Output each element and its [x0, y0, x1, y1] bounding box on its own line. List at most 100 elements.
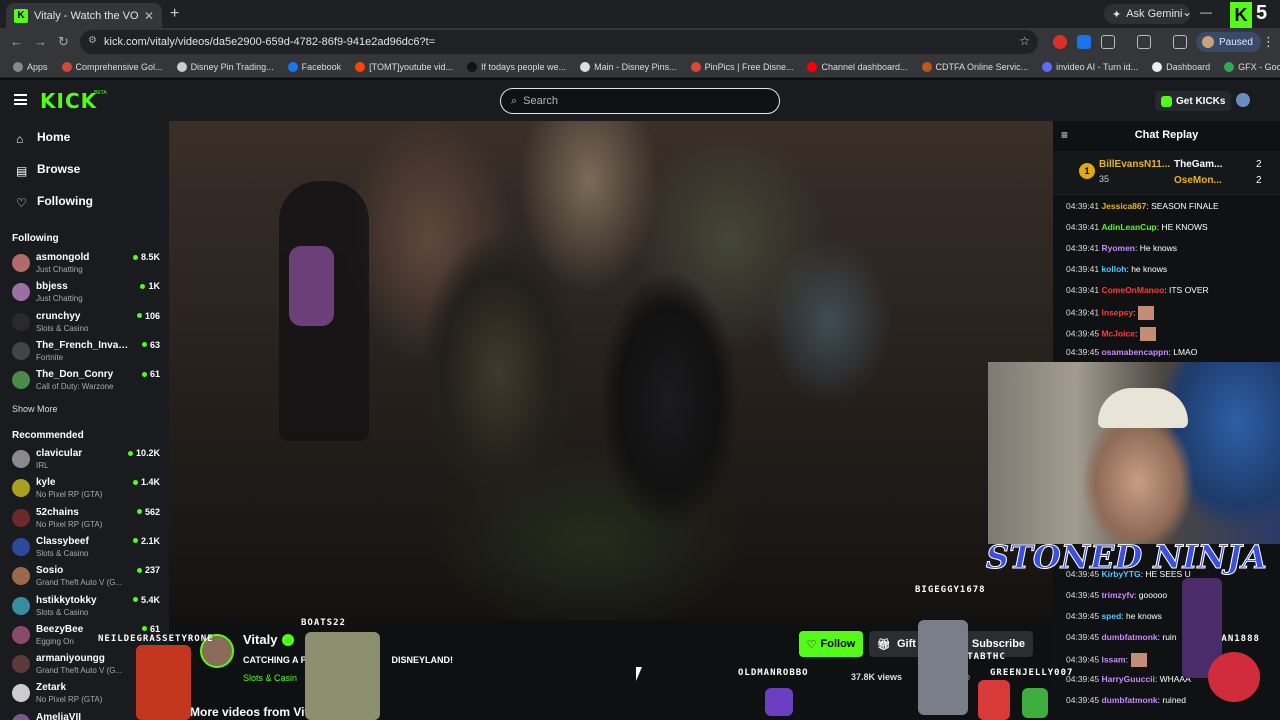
overlay-name: BIGEGGY1678 [915, 585, 986, 595]
bookmark-item[interactable]: If todays people we... [460, 61, 573, 72]
chat-username[interactable]: Ryomen [1101, 243, 1135, 253]
minimize-icon[interactable]: — [1200, 5, 1212, 19]
bookmark-item[interactable]: CDTFA Online Servic... [915, 61, 1036, 72]
leaderboard-second-user[interactable]: TheGam... [1174, 159, 1222, 170]
user-avatar[interactable] [1236, 93, 1250, 107]
channel-category: No Pixel RP (GTA) [36, 490, 103, 500]
emote-icon [1130, 653, 1147, 667]
chat-username[interactable]: dumbfatmonk [1101, 695, 1157, 705]
sidebar-channel[interactable]: asmongold Just Chatting 8.5K [12, 251, 162, 277]
channel-viewers: 61 [141, 624, 160, 634]
chat-username[interactable]: Insepsy [1101, 307, 1133, 317]
bookmark-item[interactable]: Apps [6, 61, 55, 72]
sidebar-channel[interactable]: hstikkytokky Slots & Casino 5.4K [12, 594, 162, 620]
extensions-puzzle-icon[interactable] [1101, 35, 1115, 49]
channel-viewers: 562 [136, 507, 160, 517]
bookmark-item[interactable]: invideo AI - Turn id... [1035, 61, 1145, 72]
browser-menu-icon[interactable]: ⋮ [1262, 34, 1275, 50]
channel-name: The_Don_Conry [36, 369, 114, 381]
search-placeholder: Search [523, 95, 559, 107]
chat-username[interactable]: kolloh [1101, 264, 1126, 274]
bookmark-item[interactable]: Main - Disney Pins... [573, 61, 684, 72]
bookmark-item[interactable]: Dashboard [1145, 61, 1217, 72]
chat-username[interactable]: osamabencappn [1101, 347, 1168, 357]
sidebar-channel[interactable]: Classybeef Slots & Casino 2.1K [12, 535, 162, 561]
channel-name: AmeliaVII [36, 711, 82, 720]
chat-text: : LMAO [1168, 347, 1198, 357]
sidebar-channel[interactable]: Sosio Grand Theft Auto V (G... 237 [12, 564, 162, 590]
back-icon[interactable]: ← [10, 34, 23, 49]
profile-paused-button[interactable]: Paused [1196, 32, 1261, 52]
bookmark-item[interactable]: GFX - Google Drive [1217, 61, 1280, 72]
search-input[interactable]: ⌕ Search [500, 88, 780, 114]
chat-username[interactable]: ComeOnManoo [1101, 285, 1164, 295]
bookmark-label: Apps [27, 61, 48, 72]
sidebar-nav-home[interactable]: ⌂ Home [16, 130, 70, 146]
nav-label: Following [37, 194, 93, 208]
follow-button[interactable]: ♡ Follow [799, 631, 863, 657]
sidebar-channel[interactable]: bbjess Just Chatting 1K [12, 280, 162, 306]
chat-username[interactable]: dumbfatmonk [1101, 632, 1157, 642]
sidebar-nav-browse[interactable]: ▤ Browse [16, 162, 80, 178]
extension-blue-icon[interactable] [1077, 35, 1091, 49]
chat-username[interactable]: HarryGuuccii [1101, 674, 1154, 684]
sidebar-channel[interactable]: clavicular IRL 10.2K [12, 447, 162, 473]
verified-icon [282, 633, 295, 646]
channel-name: bbjess [36, 281, 68, 293]
sidebar-channel[interactable]: crunchyy Slots & Casino 106 [12, 310, 162, 336]
stream-category[interactable]: Slots & Casin [243, 673, 297, 683]
chat-username[interactable]: sped [1101, 611, 1121, 621]
browser-tab[interactable]: K Vitaly - Watch the VOD on ✕ [6, 3, 162, 28]
bookmark-item[interactable]: Disney Pin Trading... [170, 61, 281, 72]
chat-timestamp: 04:39:41 [1066, 201, 1102, 211]
chat-timestamp: 04:39:45 [1066, 590, 1102, 600]
bookmark-star-icon[interactable]: ☆ [1019, 34, 1030, 48]
kick-logo[interactable]: KICK [40, 89, 97, 113]
show-more-link[interactable]: Show More [12, 404, 58, 414]
bookmark-item[interactable]: Comprehensive Gol... [55, 61, 170, 72]
chat-username[interactable]: AdinLeanCup [1101, 222, 1156, 232]
forward-icon[interactable]: → [34, 34, 47, 49]
bookmark-favicon-icon [1224, 61, 1235, 72]
bookmark-item[interactable]: [TOMT]youtube vid... [348, 61, 460, 72]
channel-category: Grand Theft Auto V (G... [36, 666, 123, 676]
sidebar-channel[interactable]: The_French_Invasi... Fortnite 63 [12, 339, 162, 365]
sidebar-channel[interactable]: 52chains No Pixel RP (GTA) 562 [12, 506, 162, 532]
collapse-chat-icon[interactable]: ≡ [1061, 121, 1068, 149]
bookmark-item[interactable]: Facebook [281, 61, 349, 72]
leaderboard-first-user[interactable]: BillEvansN11... [1099, 159, 1170, 170]
bookmark-favicon-icon [921, 61, 932, 72]
extension-red-icon[interactable] [1053, 35, 1067, 49]
beta-label: BETA [94, 90, 107, 96]
streamer-name[interactable]: Vitaly [243, 632, 295, 647]
chat-username[interactable]: trimzyfv [1101, 590, 1134, 600]
sidebar-channel[interactable]: The_Don_Conry Call of Duty: Warzone 61 [12, 368, 162, 394]
new-tab-button[interactable]: + [170, 5, 179, 23]
bookmark-label: [TOMT]youtube vid... [369, 61, 454, 72]
close-tab-icon[interactable]: ✕ [144, 9, 154, 23]
reload-icon[interactable]: ↻ [58, 34, 69, 50]
bookmark-item[interactable]: Channel dashboard... [800, 61, 914, 72]
bookmark-item[interactable]: PinPics | Free Disne... [684, 61, 801, 72]
chat-username[interactable]: McJoice [1101, 328, 1135, 338]
live-dot-icon [136, 313, 142, 319]
viewer-count: 63 [149, 339, 160, 350]
sidebar-nav-following[interactable]: ♡ Following [16, 194, 93, 210]
chat-username[interactable]: Issam [1101, 654, 1125, 664]
video-player[interactable] [169, 121, 1053, 620]
subscribe-label[interactable]: Subscribe [972, 638, 1025, 650]
dropdown-icon[interactable]: ⌄ [1182, 5, 1192, 19]
address-bar[interactable]: ⚙ kick.com/vitaly/videos/da5e2900-659d-4… [80, 30, 1038, 54]
tab-search-icon[interactable] [1137, 35, 1151, 49]
site-info-icon[interactable]: ⚙ [88, 35, 97, 46]
profile-avatar [1202, 36, 1214, 48]
ask-gemini-button[interactable]: ✦ Ask Gemini [1104, 4, 1191, 24]
menu-icon[interactable] [14, 94, 27, 105]
chat-username[interactable]: Jessica867 [1101, 201, 1146, 211]
sidebar-channel[interactable]: kyle No Pixel RP (GTA) 1.4K [12, 476, 162, 502]
sprite-character [305, 632, 380, 720]
kick-favicon-icon: K [14, 8, 28, 23]
get-kicks-button[interactable]: Get KICKs [1155, 91, 1232, 111]
leaderboard-third-user[interactable]: OseMon... [1174, 175, 1222, 186]
media-control-icon[interactable] [1173, 35, 1187, 49]
